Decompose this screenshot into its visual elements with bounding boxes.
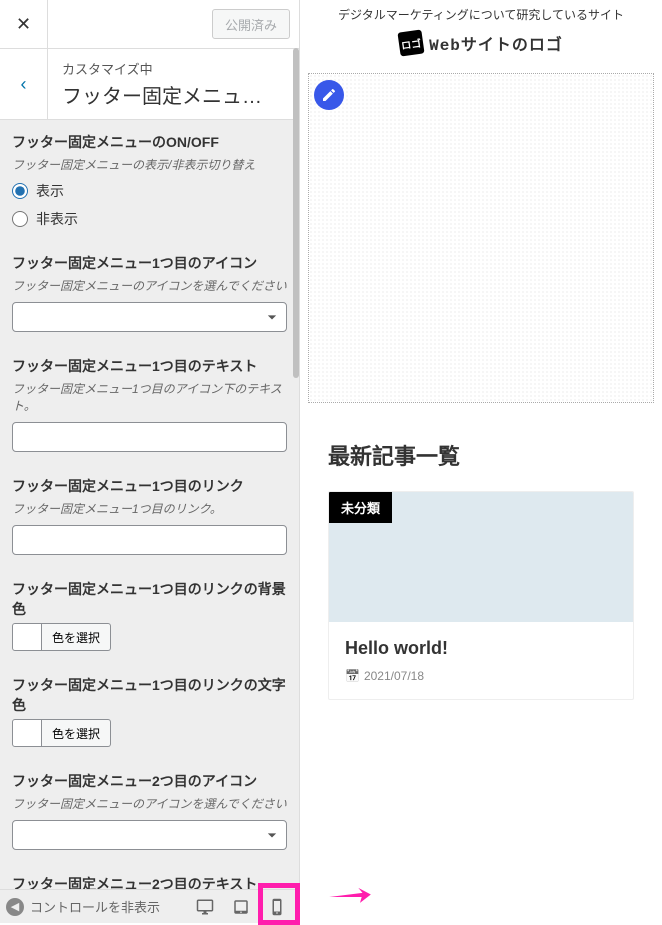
publish-button[interactable]: 公開済み (212, 9, 290, 39)
close-button[interactable]: ✕ (0, 0, 48, 48)
logo-badge-icon: ロゴ (398, 29, 425, 56)
radio-show-input[interactable] (12, 183, 28, 199)
device-desktop-button[interactable] (188, 890, 222, 924)
radio-hide[interactable]: 非表示 (12, 209, 287, 229)
posts-section: 最新記事一覧 未分類 Hello world! 2021/07/18 (300, 411, 662, 728)
mobile-icon (268, 898, 286, 916)
section-desc-onoff: フッター固定メニューの表示/非表示切り替え (12, 156, 287, 173)
section-title-icon1: フッター固定メニュー1つ目のアイコン (12, 253, 287, 273)
color-swatch-bg1[interactable] (12, 623, 42, 651)
input-text1[interactable] (12, 422, 287, 452)
select-icon2[interactable] (12, 820, 287, 850)
device-tablet-button[interactable] (224, 890, 258, 924)
post-title[interactable]: Hello world! (345, 638, 617, 659)
collapse-controls-button[interactable]: ◀ コントロールを非表示 (6, 897, 188, 916)
select-icon1[interactable] (12, 302, 287, 332)
section-title-bgcolor1: フッター固定メニュー1つ目のリンクの背景色 (12, 579, 287, 619)
collapse-label: コントロールを非表示 (30, 897, 160, 916)
post-card[interactable]: 未分類 Hello world! 2021/07/18 (328, 491, 634, 700)
post-category-badge[interactable]: 未分類 (329, 492, 392, 523)
radio-show[interactable]: 表示 (12, 181, 287, 201)
edit-shortcut-button[interactable] (314, 80, 344, 110)
post-thumbnail: 未分類 (329, 492, 633, 622)
sidebar-scrollbar[interactable] (293, 48, 299, 378)
sidebar-header: ✕ 公開済み (0, 0, 299, 49)
section-desc-link1: フッター固定メニュー1つ目のリンク。 (12, 500, 287, 517)
desktop-icon (196, 898, 214, 916)
widget-placeholder-area[interactable] (308, 73, 654, 403)
controls-panel: フッター固定メニューのON/OFF フッター固定メニューの表示/非表示切り替え … (0, 120, 299, 889)
section-title-text1: フッター固定メニュー1つ目のテキスト (12, 356, 287, 376)
section-title-textcolor1: フッター固定メニュー1つ目のリンクの文字色 (12, 675, 287, 715)
section-desc-text1: フッター固定メニュー1つ目のアイコン下のテキスト。 (12, 380, 287, 414)
customizer-sidebar: ✕ 公開済み ‹ カスタマイズ中 フッター固定メニュ… フッター固定メニューのO… (0, 0, 300, 889)
color-button-bg1[interactable]: 色を選択 (42, 623, 111, 651)
section-desc-icon2: フッター固定メニューのアイコンを選んでください (12, 795, 287, 812)
back-button[interactable]: ‹ (0, 49, 48, 119)
color-button-text1[interactable]: 色を選択 (42, 719, 111, 747)
preview-header: デジタルマーケティングについて研究しているサイト ロゴ Webサイトのロゴ (300, 0, 662, 65)
tablet-icon (232, 898, 250, 916)
input-link1[interactable] (12, 525, 287, 555)
preview-pane: デジタルマーケティングについて研究しているサイト ロゴ Webサイトのロゴ 最新… (300, 0, 662, 923)
radio-hide-input[interactable] (12, 211, 28, 227)
color-swatch-text1[interactable] (12, 719, 42, 747)
chevron-left-icon: ‹ (21, 74, 27, 95)
breadcrumb-label: カスタマイズ中 (62, 59, 285, 78)
radio-show-label: 表示 (36, 181, 64, 201)
breadcrumb-title: フッター固定メニュ… (62, 80, 285, 109)
site-logo[interactable]: ロゴ Webサイトのロゴ (310, 31, 652, 55)
posts-heading: 最新記事一覧 (328, 439, 634, 471)
post-date: 2021/07/18 (345, 669, 617, 683)
breadcrumb: ‹ カスタマイズ中 フッター固定メニュ… (0, 49, 299, 120)
section-title-link1: フッター固定メニュー1つ目のリンク (12, 476, 287, 496)
footer-bar: ◀ コントロールを非表示 (0, 889, 300, 923)
site-tagline: デジタルマーケティングについて研究しているサイト (310, 6, 652, 23)
section-desc-icon1: フッター固定メニューのアイコンを選んでください (12, 277, 287, 294)
logo-text: Webサイトのロゴ (429, 31, 563, 55)
section-title-onoff: フッター固定メニューのON/OFF (12, 132, 287, 152)
collapse-icon: ◀ (6, 898, 24, 916)
pencil-icon (321, 87, 337, 103)
device-mobile-button[interactable] (260, 890, 294, 924)
section-title-icon2: フッター固定メニュー2つ目のアイコン (12, 771, 287, 791)
annotation-arrow (325, 882, 375, 915)
radio-hide-label: 非表示 (36, 209, 78, 229)
section-title-text2: フッター固定メニュー2つ目のテキスト (12, 874, 287, 889)
